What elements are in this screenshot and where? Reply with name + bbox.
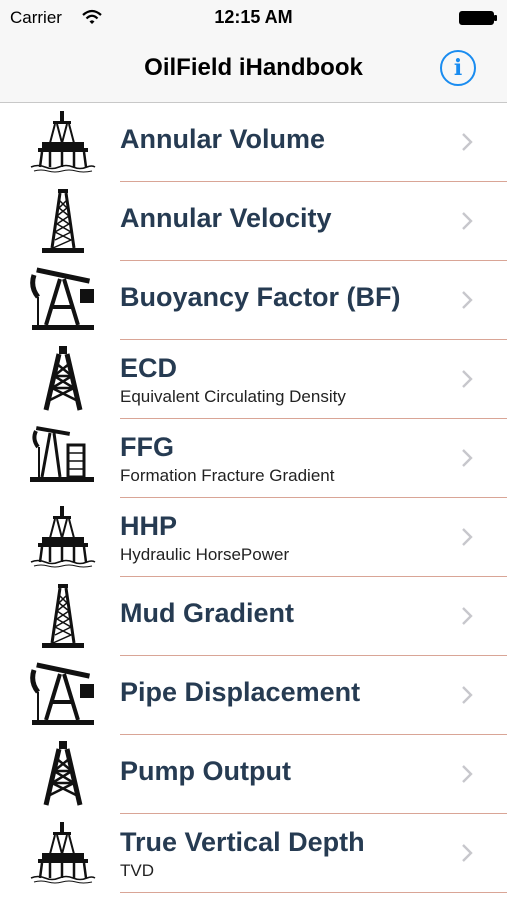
rig-tower-icon <box>28 741 98 807</box>
list-item[interactable]: Buoyancy Factor (BF) <box>0 261 507 340</box>
calculator-list: Annular Volume Annular Velocity Buoyancy F… <box>0 103 507 893</box>
list-item[interactable]: FFG Formation Fracture Gradient <box>0 419 507 498</box>
list-item[interactable]: Pipe Displacement <box>0 656 507 735</box>
pumpjack-tank-icon <box>28 424 98 491</box>
list-item[interactable]: Annular Velocity <box>0 182 507 261</box>
list-item-title: Annular Velocity <box>120 203 332 233</box>
info-button[interactable]: i <box>440 50 476 86</box>
list-item-title: HHP <box>120 511 178 541</box>
list-item[interactable]: HHP Hydraulic HorsePower <box>0 498 507 577</box>
list-item-title: FFG <box>120 432 174 462</box>
list-item-title: Pipe Displacement <box>120 677 361 707</box>
drilling-derrick-icon <box>28 582 98 650</box>
chevron-right-icon <box>462 528 473 546</box>
battery-icon <box>459 11 497 25</box>
offshore-platform-icon <box>28 820 98 886</box>
chevron-right-icon <box>462 765 473 783</box>
list-item[interactable]: Annular Volume <box>0 103 507 182</box>
pumpjack-icon <box>28 267 98 333</box>
list-item[interactable]: Mud Gradient <box>0 577 507 656</box>
page-title: OilField iHandbook <box>144 54 363 81</box>
offshore-platform-icon <box>28 109 98 175</box>
chevron-right-icon <box>462 844 473 862</box>
chevron-right-icon <box>462 686 473 704</box>
list-item[interactable]: Pump Output <box>0 735 507 814</box>
list-item-title: Buoyancy Factor (BF) <box>120 282 401 312</box>
list-item-title: True Vertical Depth <box>120 827 365 857</box>
status-bar: Carrier 12:15 AM <box>0 0 507 36</box>
chevron-right-icon <box>462 607 473 625</box>
offshore-platform-icon <box>28 504 98 570</box>
status-time: 12:15 AM <box>214 7 293 27</box>
chevron-right-icon <box>462 133 473 151</box>
list-item-title: Pump Output <box>120 756 291 786</box>
drilling-derrick-icon <box>28 187 98 255</box>
list-item[interactable]: ECD Equivalent Circulating Density <box>0 340 507 419</box>
chevron-right-icon <box>462 212 473 230</box>
list-item-title: Mud Gradient <box>120 598 294 628</box>
list-item-title: ECD <box>120 353 178 383</box>
list-item-subtitle: Formation Fracture Gradient <box>120 466 335 485</box>
list-item-subtitle: TVD <box>120 861 154 880</box>
row-divider <box>120 892 507 893</box>
chevron-right-icon <box>462 291 473 309</box>
chevron-right-icon <box>462 370 473 388</box>
rig-tower-icon <box>28 346 98 412</box>
list-item-subtitle: Equivalent Circulating Density <box>120 387 346 406</box>
chevron-right-icon <box>462 449 473 467</box>
list-item-subtitle: Hydraulic HorsePower <box>120 545 290 564</box>
list-item[interactable]: True Vertical Depth TVD <box>0 814 507 893</box>
navigation-bar: OilField iHandbook i <box>0 36 507 103</box>
list-item-title: Annular Volume <box>120 124 326 154</box>
pumpjack-icon <box>28 662 98 728</box>
